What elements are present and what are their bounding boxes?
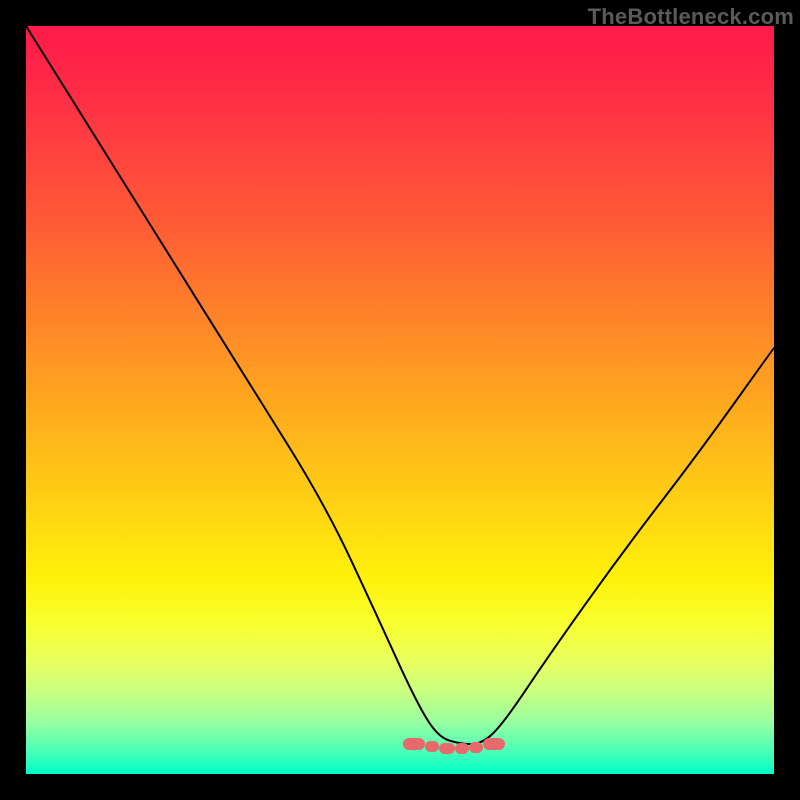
chart-plot-area	[26, 26, 774, 774]
flat-marker-dot	[469, 742, 483, 753]
curve-path	[26, 26, 774, 744]
watermark-text: TheBottleneck.com	[588, 4, 794, 30]
flat-marker-dot	[483, 738, 505, 750]
flat-marker-dot	[439, 743, 455, 754]
chart-frame: TheBottleneck.com	[0, 0, 800, 800]
bottleneck-curve	[26, 26, 774, 774]
flat-marker-dot	[403, 738, 425, 750]
flat-marker-dot	[455, 743, 469, 754]
flat-marker-dot	[425, 741, 439, 752]
